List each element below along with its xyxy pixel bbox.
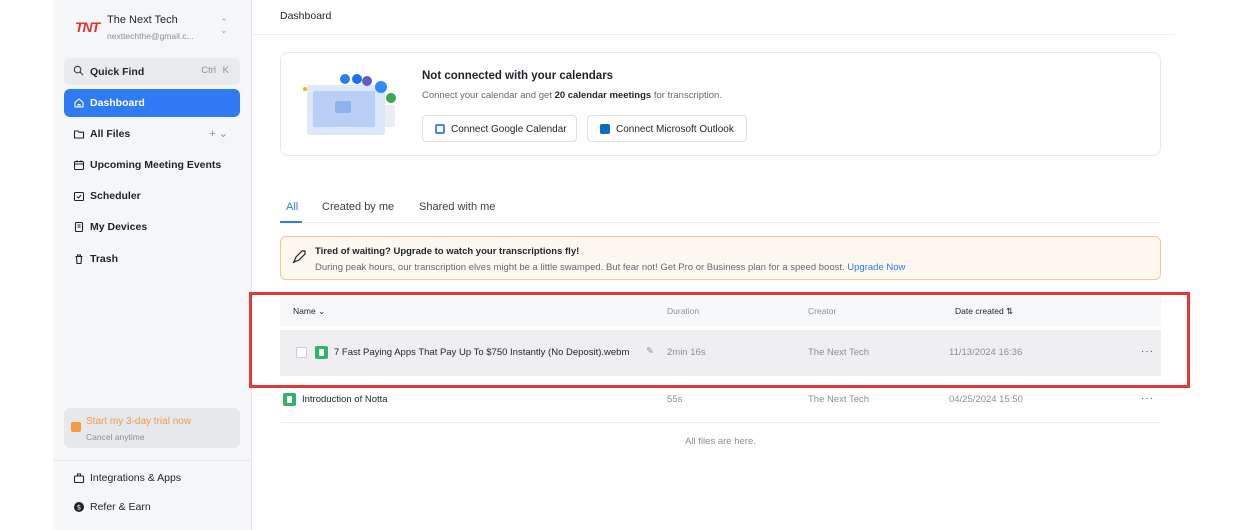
page-title: Dashboard xyxy=(280,10,332,22)
calendar-card-title: Not connected with your calendars xyxy=(422,70,614,82)
svg-text:$: $ xyxy=(77,504,81,512)
trial-subtitle: Cancel anytime xyxy=(86,432,145,442)
google-calendar-icon xyxy=(435,124,445,134)
sidebar-item-all-files[interactable]: All Files + ⌄ xyxy=(64,120,240,148)
sidebar-item-my-devices[interactable]: My Devices xyxy=(64,213,240,241)
sidebar-item-scheduler[interactable]: Scheduler xyxy=(64,182,240,210)
tab-all[interactable]: All xyxy=(286,201,298,213)
sidebar-item-upcoming-meetings[interactable]: Upcoming Meeting Events xyxy=(64,151,240,179)
shortcut-key-k: K xyxy=(222,65,229,76)
file-icon xyxy=(283,393,296,406)
thumbs-up-icon xyxy=(71,422,81,432)
calendar-connect-card: Not connected with your calendars Connec… xyxy=(280,52,1161,156)
quick-find-button[interactable]: Quick Find Ctrl K xyxy=(64,58,240,85)
file-name[interactable]: Introduction of Notta xyxy=(302,394,388,405)
add-folder-button[interactable]: + ⌄ xyxy=(209,127,228,140)
tab-shared-with-me[interactable]: Shared with me xyxy=(419,201,495,213)
button-label: Connect Google Calendar xyxy=(451,124,567,135)
sidebar-item-label: Refer & Earn xyxy=(90,501,151,513)
shortcut-key-ctrl: Ctrl xyxy=(201,65,217,76)
sidebar-item-integrations[interactable]: Integrations & Apps xyxy=(64,464,240,492)
start-trial-button[interactable]: Start my 3-day trial now Cancel anytime xyxy=(64,408,240,448)
device-icon xyxy=(74,221,84,233)
active-tab-indicator xyxy=(280,221,302,223)
chevron-up-down-icon[interactable]: ⌃ ⌄ xyxy=(220,18,228,35)
more-options-icon[interactable]: ··· xyxy=(1141,393,1154,404)
account-name: The Next Tech xyxy=(107,14,178,26)
trial-title: Start my 3-day trial now xyxy=(86,416,192,427)
sidebar-item-label: All Files xyxy=(90,128,131,140)
banner-text: During peak hours, our transcription elv… xyxy=(315,262,906,273)
sidebar-item-dashboard[interactable]: Dashboard xyxy=(64,89,240,117)
sidebar-divider xyxy=(53,460,252,461)
app-logo: TNT xyxy=(75,19,100,35)
home-icon xyxy=(74,98,84,108)
file-duration: 55s xyxy=(667,394,683,405)
banner-title: Tired of waiting? Upgrade to watch your … xyxy=(315,246,580,257)
sidebar-item-label: Trash xyxy=(90,253,119,265)
sidebar-item-label: Integrations & Apps xyxy=(90,472,182,484)
quick-find-label: Quick Find xyxy=(90,66,145,78)
upgrade-now-link[interactable]: Upgrade Now xyxy=(847,262,905,273)
search-icon xyxy=(73,65,84,76)
highlight-box xyxy=(249,292,1190,388)
button-label: Connect Microsoft Outlook xyxy=(616,124,734,135)
row-divider xyxy=(280,422,1161,423)
file-tabs: All Created by me Shared with me xyxy=(280,196,1161,223)
sidebar-item-label: Scheduler xyxy=(90,190,141,202)
account-switcher[interactable]: TNT The Next Tech nexttechthe@gmail.c...… xyxy=(53,8,252,48)
calendar-icon xyxy=(73,160,85,171)
calendar-card-description: Connect your calendar and get 20 calenda… xyxy=(422,90,722,101)
files-footer-note: All files are here. xyxy=(685,436,756,447)
upgrade-banner: Tired of waiting? Upgrade to watch your … xyxy=(280,236,1161,280)
shortcut-keys: Ctrl K xyxy=(199,65,231,76)
sidebar-item-trash[interactable]: Trash xyxy=(64,245,240,273)
sidebar-item-label: Upcoming Meeting Events xyxy=(90,159,222,171)
dollar-icon: $ xyxy=(74,502,84,512)
account-email: nexttechthe@gmail.c... xyxy=(107,31,194,41)
trash-icon xyxy=(75,254,83,265)
sidebar: TNT The Next Tech nexttechthe@gmail.c...… xyxy=(53,0,252,530)
tab-created-by-me[interactable]: Created by me xyxy=(322,201,394,213)
connect-google-calendar-button[interactable]: Connect Google Calendar xyxy=(422,115,577,142)
rocket-icon xyxy=(292,250,306,264)
file-date: 04/25/2024 15:50 xyxy=(949,394,1023,405)
file-creator: The Next Tech xyxy=(808,394,870,405)
sidebar-item-refer-earn[interactable]: $ Refer & Earn xyxy=(64,493,240,521)
connect-outlook-button[interactable]: Connect Microsoft Outlook xyxy=(587,115,747,142)
header-divider xyxy=(253,34,1175,35)
folder-icon xyxy=(73,130,85,139)
integrations-icon xyxy=(73,473,85,484)
outlook-icon xyxy=(600,124,610,134)
scheduler-icon xyxy=(73,191,85,202)
sidebar-item-label: My Devices xyxy=(90,221,148,233)
sidebar-item-label: Dashboard xyxy=(90,97,145,109)
calendar-illustration xyxy=(303,74,396,135)
